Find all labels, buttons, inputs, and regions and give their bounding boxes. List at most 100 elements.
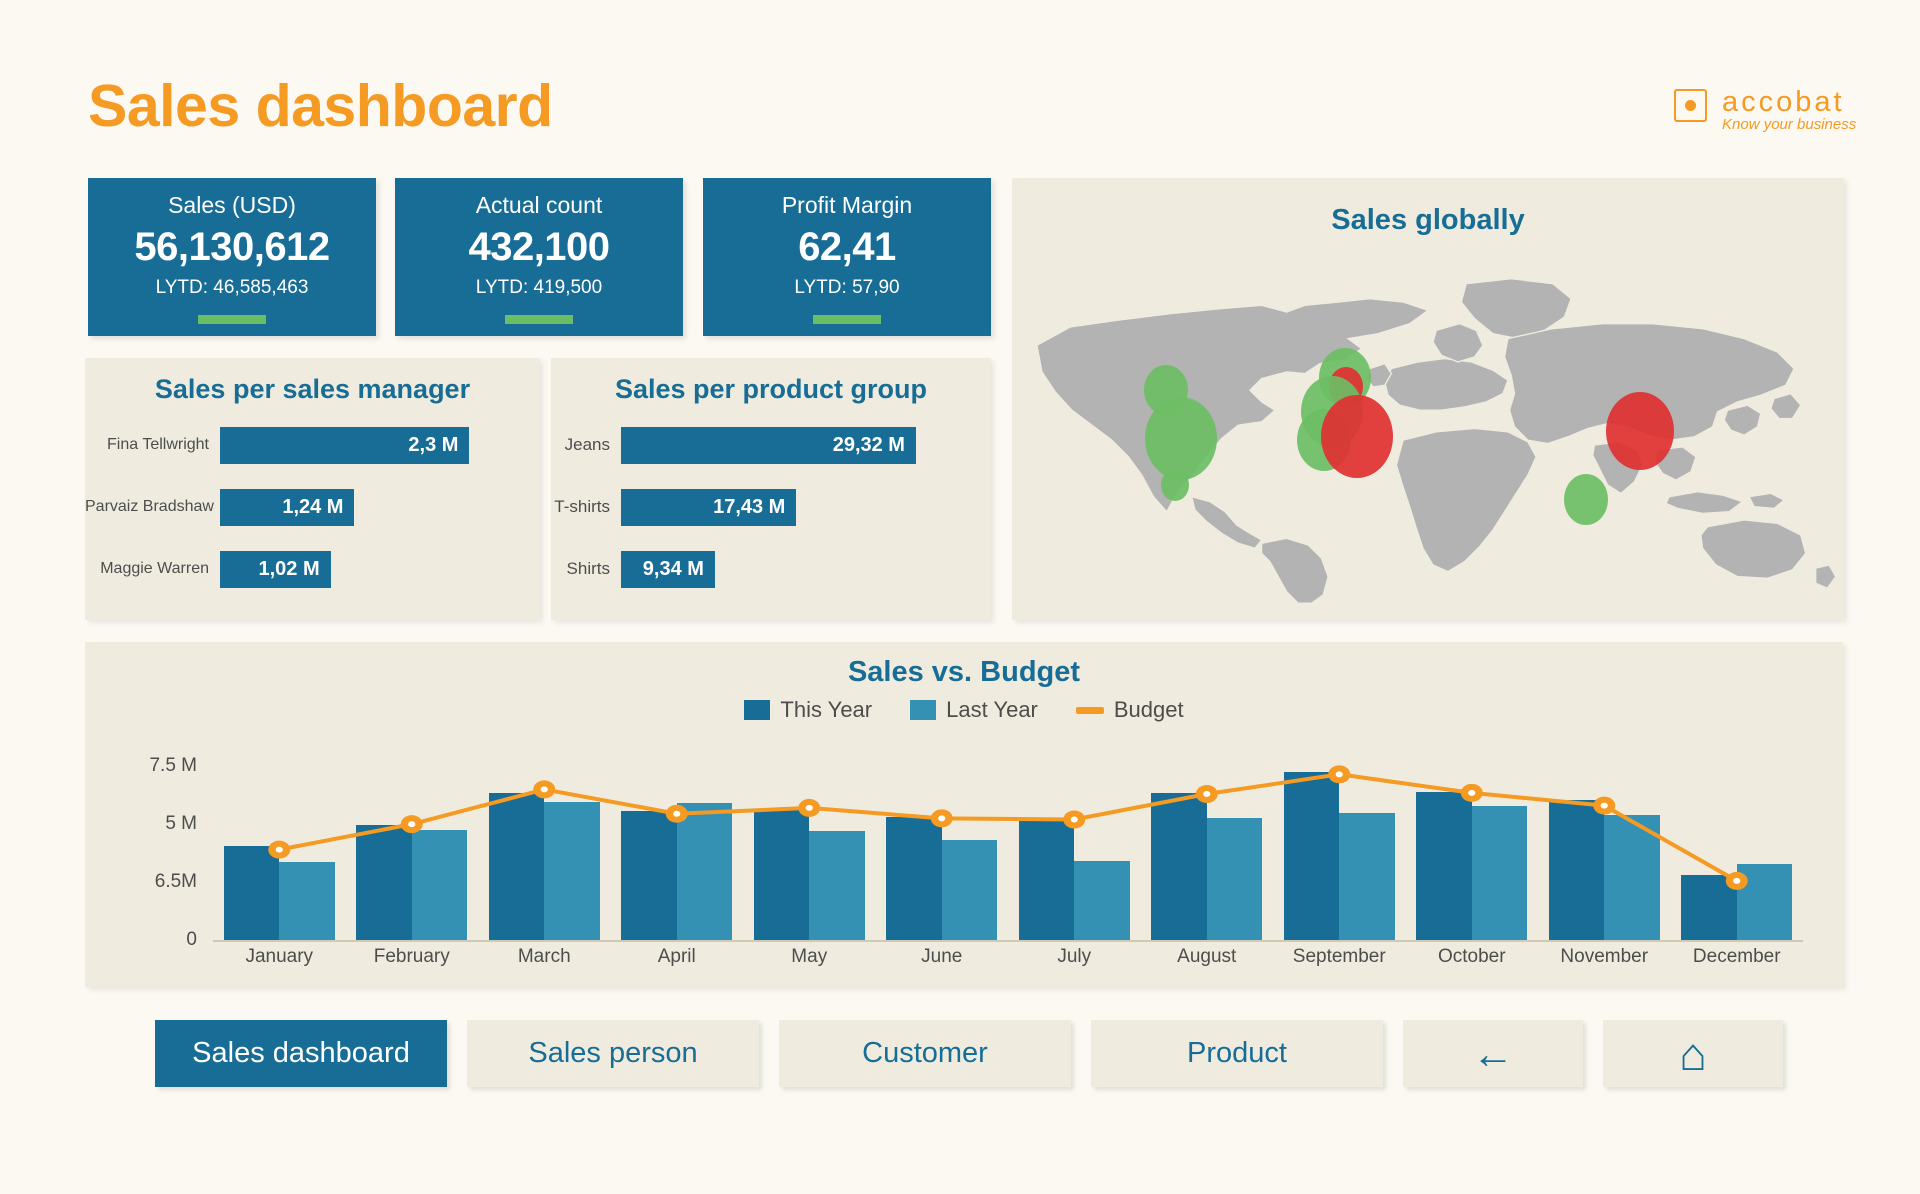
kpi-value: 56,130,612 [134,225,330,269]
bar-row[interactable]: Shirts 9,34 M [551,547,991,591]
x-axis-tick-label: June [921,946,963,967]
kpi-subvalue: LYTD: 46,585,463 [155,277,309,298]
legend-item-budget[interactable]: Budget [1075,697,1184,723]
bar-fill: 1,24 M [220,488,355,526]
budget-marker-center [1468,789,1476,796]
panel-sales-per-manager: Sales per sales manager Fina Tellwright 2… [85,358,540,620]
bar-track: 17,43 M [621,488,953,526]
logo-wordmark: accobat [1722,86,1845,118]
logo-mark-icon [1674,89,1707,122]
kpi-trend-indicator [813,315,881,324]
nav-button-product[interactable]: Product [1091,1020,1383,1087]
chart-y-axis: 7.5 M 5 M 6.5M 0 [85,750,205,950]
x-axis-tick-label: December [1692,946,1781,967]
kpi-card-sales[interactable]: Sales (USD) 56,130,612 LYTD: 46,585,463 [88,178,376,336]
bar-row[interactable]: Maggie Warren 1,02 M [85,547,540,591]
budget-marker-center [673,810,681,817]
budget-marker-center [1335,771,1343,778]
bar-category-label: Shirts [566,559,610,578]
dashboard-page: Sales dashboard accobat Know your busine… [0,0,1920,1194]
kpi-trend-indicator [198,315,266,324]
budget-marker-center [275,846,283,853]
budget-marker-center [1203,791,1211,798]
kpi-card-actual-count[interactable]: Actual count 432,100 LYTD: 419,500 [395,178,683,336]
legend-label: This Year [780,697,873,722]
kpi-label: Actual count [475,192,603,218]
nav-button-back-arrow[interactable]: ← [1403,1020,1583,1087]
bar-category-label: Maggie Warren [100,560,209,577]
bar-row[interactable]: Fina Tellwright 2,3 M [85,423,540,467]
x-axis-tick-label: May [791,946,828,967]
nav-button-label: Sales dashboard [192,1037,410,1069]
map-bubble[interactable] [1321,395,1394,479]
nav-button-sales-dashboard[interactable]: Sales dashboard [155,1020,447,1087]
back-arrow-icon: ← [1472,1029,1514,1077]
bar-row[interactable]: T-shirts 17,43 M [551,485,991,529]
kpi-card-profit-margin[interactable]: Profit Margin 62,41 LYTD: 57,90 [703,178,991,336]
product-group-bar-list: Jeans 29,32 M T-shirts 17,43 M Shirts 9,34 M [551,423,991,591]
panel-title: Sales globally [1331,204,1525,236]
legend-item-last-year[interactable]: Last Year [910,697,1038,723]
x-axis-tick-label: September [1292,946,1386,967]
kpi-label: Sales (USD) [168,192,296,218]
nav-button-customer[interactable]: Customer [779,1020,1071,1087]
x-axis-tick-label: October [1437,946,1506,967]
bar-fill: 1,02 M [220,550,331,588]
budget-marker-center [408,821,416,828]
budget-marker-center [1070,816,1078,823]
bar-value-label: 2,3 M [408,433,459,456]
bar-fill: 9,34 M [621,550,715,588]
budget-marker-center [1733,877,1741,884]
kpi-value: 432,100 [468,225,610,269]
bar-track: 1,24 M [220,488,502,526]
world-map[interactable] [1012,246,1844,606]
panel-sales-per-product-group: Sales per product group Jeans 29,32 M T-sh… [551,358,991,620]
x-axis-tick-label: April [657,946,696,967]
panel-sales-vs-budget: Sales vs. Budget This Year Last Year Bud… [85,642,1843,987]
legend-label: Budget [1113,697,1184,722]
map-bubble[interactable] [1564,474,1609,526]
legend-item-this-year[interactable]: This Year [744,697,872,723]
bar-value-label: 1,02 M [258,557,320,580]
bar-fill: 2,3 M [220,426,470,464]
panel-title: Sales vs. Budget [847,656,1081,688]
bar-track: 9,34 M [621,550,953,588]
nav-button-home[interactable]: ⌂ [1603,1020,1783,1087]
kpi-label: Profit Margin [781,192,913,218]
x-axis-tick-label: January [245,946,314,967]
nav-button-label: Product [1187,1037,1287,1069]
x-axis-tick-label: August [1177,946,1237,967]
nav-button-label: Customer [862,1037,988,1069]
kpi-value: 62,41 [798,225,896,269]
bar-category-label: Fina Tellwright [107,436,209,453]
nav-button-label: Sales person [528,1037,698,1069]
budget-marker-center [938,815,946,822]
x-axis-tick-label: March [517,946,571,967]
kpi-trend-indicator [505,315,573,324]
bar-row[interactable]: Jeans 29,32 M [551,423,991,467]
legend-label: Last Year [946,697,1038,722]
panel-sales-globally: Sales globally [1012,178,1844,620]
bar-fill: 17,43 M [621,488,797,526]
accobat-logo: accobat Know your business [1674,86,1864,142]
kpi-subvalue: LYTD: 57,90 [794,277,900,298]
world-map-svg [1036,278,1837,604]
bar-fill: 29,32 M [621,426,916,464]
map-bubble[interactable] [1144,397,1217,480]
nav-button-sales-person[interactable]: Sales person [467,1020,759,1087]
kpi-subvalue: LYTD: 419,500 [475,277,603,298]
legend-swatch-icon [744,700,771,720]
y-axis-tick-label: 7.5 M [149,755,197,777]
bar-track: 29,32 M [621,426,953,464]
y-axis-tick-label: 6.5M [154,871,197,893]
bar-category-label: Jeans [564,435,610,454]
bar-row[interactable]: Parvaiz Bradshaw 1,24 M [85,485,540,529]
bottom-navigation: Sales dashboard Sales person Customer Produ… [155,1020,1783,1087]
budget-line-path [279,774,1737,881]
budget-marker-center [805,804,813,811]
bar-value-label: 29,32 M [832,433,905,456]
bar-value-label: 9,34 M [642,557,704,580]
chart-legend: This Year Last Year Budget [85,697,1843,723]
budget-marker-center [1600,802,1608,809]
legend-line-icon [1075,706,1104,714]
